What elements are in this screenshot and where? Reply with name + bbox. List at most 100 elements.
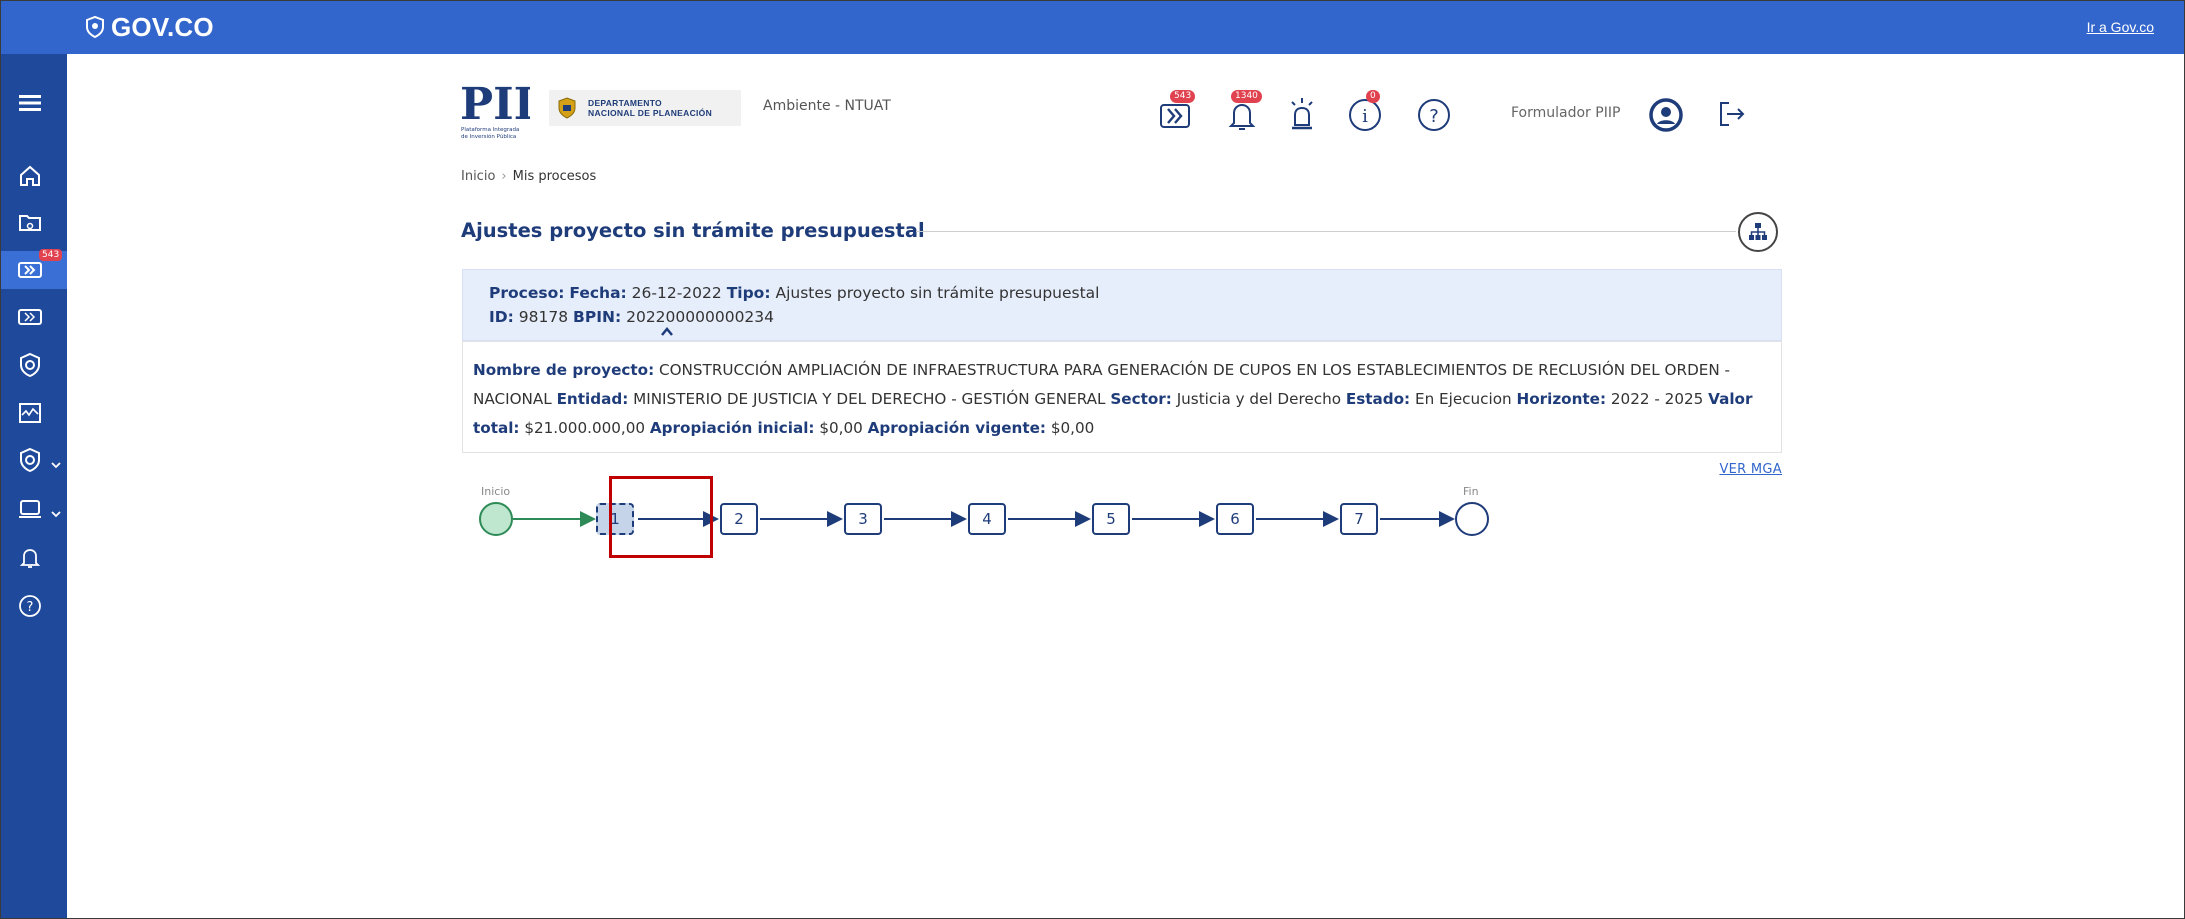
title-divider (916, 231, 1736, 232)
breadcrumb: Inicio › Mis procesos (461, 169, 596, 184)
bpin-label: BPIN: (573, 308, 622, 326)
id-value: 98178 (518, 308, 569, 326)
header-alarm-button[interactable] (1283, 93, 1323, 141)
gov-co-text: GOV.CO (111, 11, 214, 42)
step-3[interactable]: 3 (844, 503, 882, 535)
header-info-button[interactable]: i 0 (1346, 90, 1386, 141)
project-details: Nombre de proyecto: CONSTRUCCIÓN AMPLIAC… (462, 341, 1782, 453)
estado-value: En Ejecucion (1414, 390, 1512, 408)
page-title: Ajustes proyecto sin trámite presupuesta… (461, 219, 925, 242)
gov-topbar: GOV.CO Ir a Gov.co (1, 1, 2184, 54)
chevron-down-icon (51, 455, 61, 474)
bpin-value: 202200000000234 (626, 308, 775, 326)
fecha-label: Fecha: (569, 284, 627, 302)
step-4[interactable]: 4 (968, 503, 1006, 535)
apropiacion-inicial-value: $0,00 (819, 419, 863, 437)
proceso-label: Proceso: (489, 284, 565, 302)
ir-a-gov-link[interactable]: Ir a Gov.co (2087, 19, 2154, 35)
chevron-up-icon[interactable] (660, 326, 674, 338)
colombia-shield-icon (86, 15, 104, 39)
monitor-chart-icon (19, 403, 41, 423)
sidebar-item-shield-menu[interactable] (1, 441, 67, 479)
folder-search-icon (19, 215, 41, 231)
info-count-badge: 0 (1366, 90, 1380, 103)
chevron-down-icon (51, 504, 61, 523)
step-2[interactable]: 2 (720, 503, 758, 535)
id-label: ID: (489, 308, 514, 326)
sidebar-item-folder[interactable] (1, 204, 67, 242)
process-icon (18, 262, 42, 278)
process-line-1: Proceso: Fecha: 26-12-2022 Tipo: Ajustes… (489, 284, 1099, 302)
sidebar-item-home[interactable] (1, 157, 67, 195)
sector-value: Justicia y del Derecho (1176, 390, 1341, 408)
process-alt-icon (18, 309, 42, 325)
tipo-value: Ajustes proyecto sin trámite presupuesta… (775, 284, 1100, 302)
step-1-highlight (609, 476, 713, 558)
step-5[interactable]: 5 (1092, 503, 1130, 535)
apropiacion-inicial-label: Apropiación inicial: (649, 419, 815, 437)
colombia-seal-icon (558, 97, 576, 119)
sector-label: Sector: (1110, 390, 1172, 408)
logout-icon[interactable] (1715, 97, 1749, 131)
header-processes-button[interactable]: 543 (1158, 90, 1198, 141)
sidebar-item-laptop-menu[interactable] (1, 490, 67, 528)
svg-text:?: ? (27, 600, 34, 615)
sidebar: 543 ? (1, 54, 67, 918)
shield-dropdown-icon (20, 447, 40, 473)
svg-text:PIIP: PIIP (460, 79, 530, 130)
gov-co-logo[interactable]: GOV.CO (83, 12, 214, 42)
sidebar-item-monitoring[interactable] (1, 394, 67, 432)
user-name: Formulador PIIP (1511, 105, 1621, 121)
dnp-line2: NACIONAL DE PLANEACIÓN (588, 108, 713, 118)
piip-logo[interactable]: PIIP Plataforma Integrada de Inversión P… (460, 77, 567, 143)
end-label: Fin (1463, 485, 1479, 498)
app-frame: GOV.CO Ir a Gov.co 543 ? PI Plataforma I… (0, 0, 2185, 919)
notifications-count-badge: 1340 (1231, 90, 1262, 103)
step-7[interactable]: 7 (1340, 503, 1378, 535)
user-avatar-icon[interactable] (1648, 97, 1684, 133)
horizonte-label: Horizonte: (1516, 390, 1607, 408)
svg-text:i: i (1362, 106, 1368, 127)
nombre-label: Nombre de proyecto: (473, 361, 655, 379)
processes-badge: 543 (39, 249, 63, 261)
ver-mga-link[interactable]: VER MGA (1719, 462, 1782, 477)
breadcrumb-home[interactable]: Inicio (461, 169, 495, 184)
help-icon: ? (19, 595, 41, 617)
hierarchy-button[interactable] (1738, 212, 1778, 252)
valor-value: $21.000.000,00 (524, 419, 646, 437)
step-6[interactable]: 6 (1216, 503, 1254, 535)
project-details-text: Nombre de proyecto: CONSTRUCCIÓN AMPLIAC… (473, 356, 1763, 443)
alarm-icon (1291, 98, 1313, 130)
sidebar-item-notifications[interactable] (1, 539, 67, 577)
apropiacion-vigente-value: $0,00 (1050, 419, 1095, 437)
end-node (1455, 502, 1489, 536)
laptop-icon (19, 500, 41, 518)
processes-count-badge: 543 (1170, 90, 1196, 103)
fecha-value: 26-12-2022 (631, 284, 722, 302)
header-notifications-button[interactable]: 1340 (1223, 90, 1263, 141)
sitemap-icon (1749, 223, 1767, 240)
menu-toggle-button[interactable] (1, 84, 67, 122)
piip-logo-line2: de Inversión Pública (461, 133, 516, 140)
breadcrumb-separator: › (501, 169, 507, 184)
shield-icon (20, 352, 40, 378)
dnp-logo: DEPARTAMENTO NACIONAL DE PLANEACIÓN (549, 90, 741, 126)
apropiacion-vigente-label: Apropiación vigente: (867, 419, 1046, 437)
home-icon (20, 165, 40, 186)
header-help-button[interactable]: ? (1415, 93, 1455, 141)
process-summary: Proceso: Fecha: 26-12-2022 Tipo: Ajustes… (462, 269, 1782, 341)
menu-icon (19, 95, 41, 111)
horizonte-value: 2022 - 2025 (1610, 390, 1704, 408)
sidebar-item-shield[interactable] (1, 346, 67, 384)
help-icon: ? (1418, 99, 1450, 131)
sidebar-item-processes[interactable]: 543 (1, 249, 67, 289)
entidad-label: Entidad: (556, 390, 629, 408)
environment-label: Ambiente - NTUAT (763, 98, 891, 114)
sidebar-item-help[interactable]: ? (1, 587, 67, 625)
bell-icon (19, 549, 41, 568)
dnp-line1: DEPARTAMENTO (588, 98, 662, 108)
stepper-connectors (513, 511, 1455, 527)
start-node (479, 502, 513, 536)
sidebar-item-processes-alt[interactable] (1, 298, 67, 336)
start-label: Inicio (481, 485, 511, 498)
